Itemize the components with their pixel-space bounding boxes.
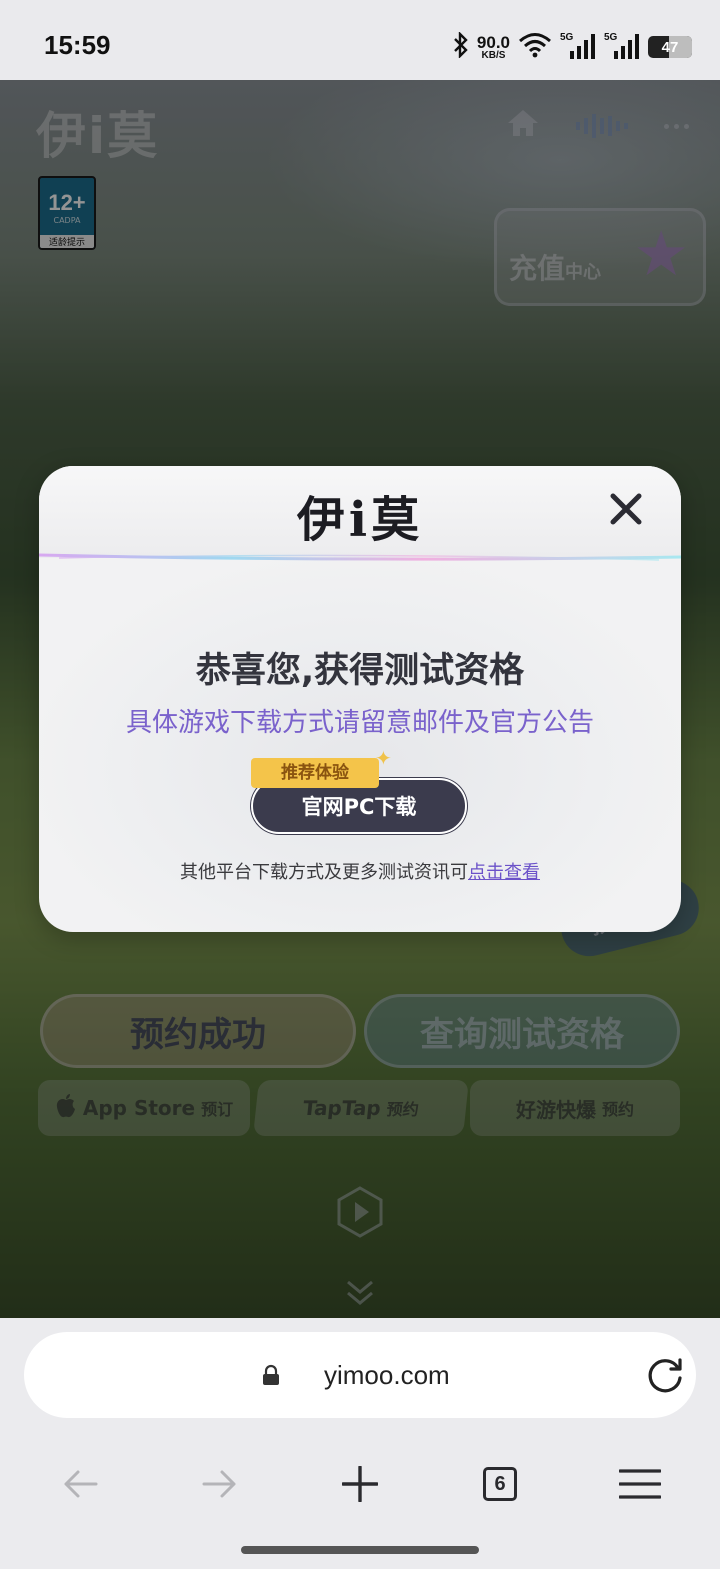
modal-logo: 伊i莫 (296, 492, 424, 548)
recommend-tag: 推荐体验 (251, 758, 379, 788)
home-indicator[interactable] (241, 1546, 479, 1554)
footer-view-link[interactable]: 点击查看 (468, 862, 540, 883)
browser-toolbar: yimoo.com 6 (0, 1318, 720, 1569)
tabs-button[interactable]: 6 (468, 1452, 532, 1516)
lock-icon (262, 1364, 280, 1390)
wifi-icon (518, 32, 552, 62)
network-speed: 90.0 KB/S (477, 34, 510, 61)
address-bar[interactable]: yimoo.com (24, 1332, 696, 1418)
reload-icon[interactable] (644, 1354, 686, 1400)
cell-signal-1-tag: 5G (560, 32, 574, 43)
modal-footer: 其他平台下载方式及更多测试资讯可点击查看 (39, 858, 681, 884)
new-tab-icon[interactable] (328, 1452, 392, 1516)
sparkle-icon: ✦ (375, 746, 392, 770)
status-time: 15:59 (44, 30, 111, 60)
status-icons: 90.0 KB/S 5G 5G 47 (453, 30, 692, 64)
back-icon[interactable] (48, 1452, 112, 1516)
menu-icon[interactable] (608, 1452, 672, 1516)
battery-level: 47 (661, 38, 679, 56)
modal-title: 恭喜您,获得测试资格 (195, 651, 525, 691)
battery-icon: 47 (648, 36, 692, 58)
url-text: yimoo.com (324, 1360, 450, 1390)
tab-count: 6 (483, 1467, 517, 1501)
status-bar: 15:59 90.0 KB/S 5G 5G 47 (0, 0, 720, 80)
forward-icon[interactable] (188, 1452, 252, 1516)
cell-signal-2-tag: 5G (604, 32, 618, 43)
rainbow-divider (39, 553, 681, 561)
cell-signal-2-icon: 5G (604, 32, 640, 60)
network-speed-value: 90.0 (476, 32, 510, 52)
bluetooth-icon (453, 31, 469, 62)
navigation-row: 6 (0, 1452, 720, 1516)
close-icon[interactable] (609, 492, 643, 530)
test-qualification-modal: 伊i莫 恭喜您,获得测试资格 具体游戏下载方式请留意邮件及官方公告 推荐体验 ✦… (39, 466, 681, 932)
modal-subtitle: 具体游戏下载方式请留意邮件及官方公告 (125, 708, 594, 738)
network-speed-unit: KB/S (481, 49, 506, 61)
footer-text: 其他平台下载方式及更多测试资讯可 (180, 862, 468, 883)
cell-signal-1-icon: 5G (560, 32, 596, 60)
